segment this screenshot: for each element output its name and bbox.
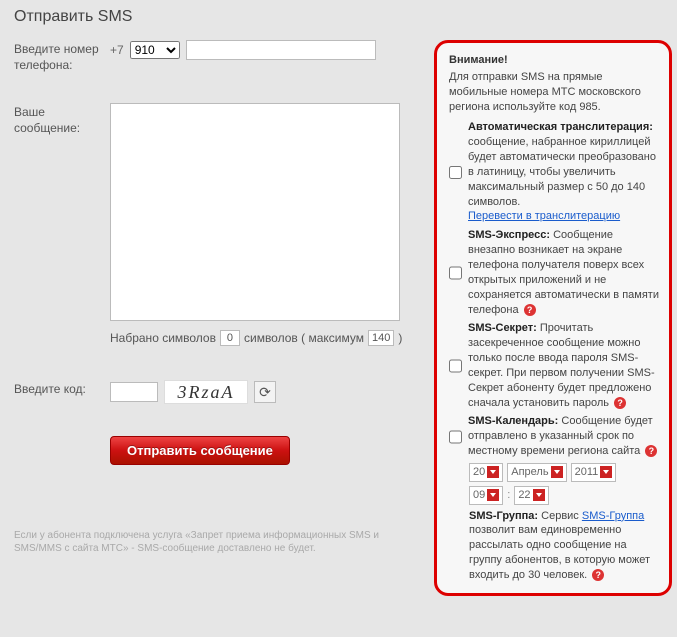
opt-translit-text: сообщение, набранное кириллицей будет ав… <box>468 136 656 207</box>
message-textarea[interactable] <box>110 103 400 321</box>
chevron-down-icon <box>487 489 499 501</box>
opt-express-title: SMS-Экспресс: <box>468 229 550 241</box>
refresh-icon: ⟳ <box>259 384 271 401</box>
sms-form: Введите номер телефона: +7 910 Ваше сооб… <box>14 40 424 596</box>
chevron-down-icon <box>533 489 545 501</box>
calendar-minute-select[interactable]: 22 <box>514 486 548 505</box>
checkbox-express[interactable] <box>449 229 462 317</box>
chevron-down-icon <box>487 466 499 478</box>
calendar-hour-value: 09 <box>473 488 485 503</box>
captcha-label: Введите код: <box>14 380 110 404</box>
captcha-image: 3RzaA <box>164 380 248 404</box>
help-icon[interactable]: ? <box>524 304 536 316</box>
calendar-month-select[interactable]: Апрель <box>507 463 566 482</box>
checkbox-secret[interactable] <box>449 322 462 410</box>
message-label: Ваше сообщение: <box>14 103 110 346</box>
submit-button[interactable]: Отправить сообщение <box>110 436 290 465</box>
opt-express-text: Сообщение внезапно возникает на экране т… <box>468 229 659 315</box>
time-separator: : <box>507 488 510 503</box>
group-pre: Сервис <box>541 510 582 522</box>
calendar-day-select[interactable]: 20 <box>469 463 503 482</box>
info-intro: Для отправки SMS на прямые мобильные ном… <box>449 70 659 115</box>
page-title: Отправить SMS <box>14 8 672 26</box>
typed-label: Набрано символов <box>110 331 216 345</box>
phone-label: Введите номер телефона: <box>14 40 110 73</box>
opt-secret-text: Прочитать засекреченное сообщение можно … <box>468 322 655 408</box>
checkbox-transliteration[interactable] <box>449 121 462 224</box>
captcha-refresh-button[interactable]: ⟳ <box>254 381 276 403</box>
max-count: 140 <box>368 330 394 346</box>
opt-calendar-title: SMS-Календарь: <box>468 415 558 427</box>
transliterate-link[interactable]: Перевести в транслитерацию <box>468 210 620 222</box>
calendar-day-value: 20 <box>473 465 485 480</box>
checkbox-calendar[interactable] <box>449 415 462 459</box>
calendar-year-value: 2011 <box>575 465 599 480</box>
chevron-down-icon <box>551 466 563 478</box>
char-counter: Набрано символов 0 символов ( максимум 1… <box>110 330 418 346</box>
group-post: позволит вам единовременно рассылать одн… <box>469 524 650 581</box>
calendar-hour-select[interactable]: 09 <box>469 486 503 505</box>
sms-group-link[interactable]: SMS-Группа <box>582 510 644 522</box>
max-label-suffix: ) <box>398 331 402 345</box>
opt-secret-title: SMS-Секрет: <box>468 322 537 334</box>
phone-number-input[interactable] <box>186 40 376 60</box>
calendar-minute-value: 22 <box>518 488 530 503</box>
info-panel: Внимание! Для отправки SMS на прямые моб… <box>434 40 672 596</box>
chevron-down-icon <box>600 466 612 478</box>
captcha-input[interactable] <box>110 382 158 402</box>
help-icon[interactable]: ? <box>614 397 626 409</box>
group-title: SMS-Группа: <box>469 510 538 522</box>
typed-count: 0 <box>220 330 240 346</box>
calendar-year-select[interactable]: 2011 <box>571 463 617 482</box>
footnote-text: Если у абонента подключена услуга «Запре… <box>14 529 414 555</box>
help-icon[interactable]: ? <box>645 445 657 457</box>
calendar-month-value: Апрель <box>511 465 548 480</box>
warning-title: Внимание! <box>449 53 659 68</box>
help-icon[interactable]: ? <box>592 569 604 581</box>
opt-translit-title: Автоматическая транслитерация: <box>468 121 653 133</box>
phone-code-select[interactable]: 910 <box>130 41 180 59</box>
phone-prefix: +7 <box>110 43 124 57</box>
max-label-prefix: символов ( максимум <box>244 331 364 345</box>
